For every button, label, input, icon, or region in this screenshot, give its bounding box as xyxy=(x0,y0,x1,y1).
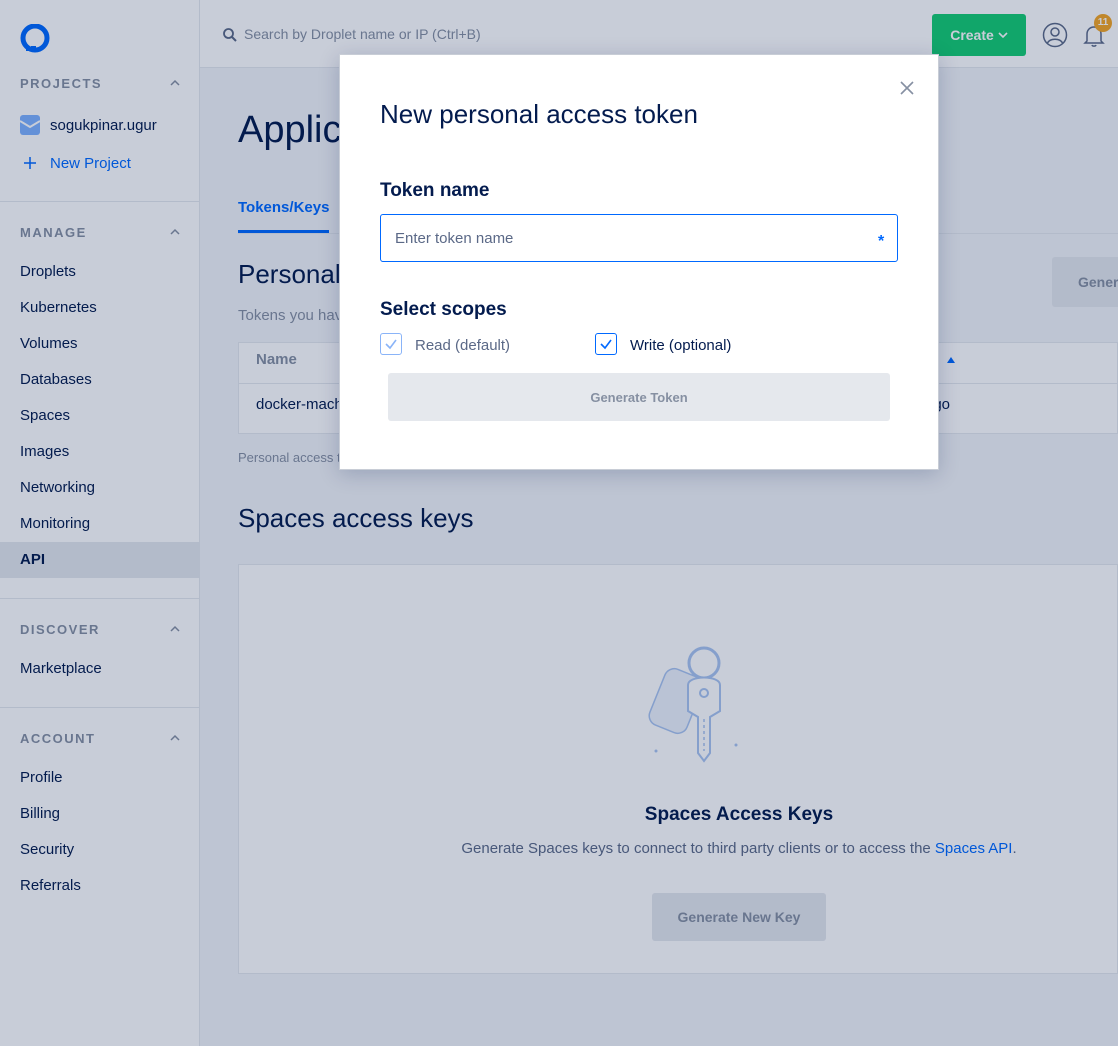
write-scope-checkbox[interactable] xyxy=(595,333,617,355)
checkmark-icon xyxy=(600,339,612,350)
new-token-modal: New personal access token Token name * S… xyxy=(339,54,939,470)
scopes-label: Select scopes xyxy=(380,299,507,320)
checkmark-icon xyxy=(385,339,397,350)
write-scope-label: Write (optional) xyxy=(630,337,732,354)
read-scope-checkbox[interactable] xyxy=(380,333,402,355)
required-indicator: * xyxy=(878,233,885,250)
token-name-input[interactable] xyxy=(380,214,898,262)
read-scope-label: Read (default) xyxy=(415,337,511,354)
close-icon[interactable] xyxy=(898,79,916,97)
modal-title: New personal access token xyxy=(380,99,698,129)
generate-token-button[interactable]: Generate Token xyxy=(388,373,890,421)
token-name-label: Token name xyxy=(380,180,490,201)
